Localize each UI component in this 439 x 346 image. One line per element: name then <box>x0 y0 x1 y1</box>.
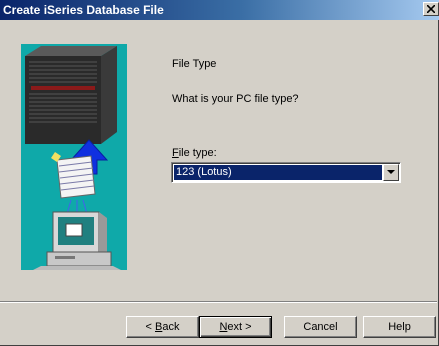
server-icon <box>25 46 117 144</box>
cancel-button[interactable]: Cancel <box>284 316 357 338</box>
window-title: Create iSeries Database File <box>3 3 164 17</box>
back-button[interactable]: < Back <box>126 316 199 338</box>
page-question: What is your PC file type? <box>172 93 299 105</box>
dropdown-arrow-icon <box>387 170 395 174</box>
back-label: ack <box>162 321 180 333</box>
close-icon <box>427 5 435 13</box>
close-button[interactable] <box>423 2 439 16</box>
next-label: ext > <box>227 321 252 333</box>
file-type-dropdown-button[interactable] <box>383 164 399 181</box>
page-heading: File Type <box>172 58 217 70</box>
dialog-window: Create iSeries Database File File Type W… <box>0 0 439 346</box>
help-button[interactable]: Help <box>363 316 436 338</box>
file-type-selected-value[interactable]: 123 (Lotus) <box>174 165 382 180</box>
file-type-select[interactable]: 123 (Lotus) <box>171 162 401 183</box>
title-bar[interactable]: Create iSeries Database File <box>0 0 439 20</box>
file-type-label-mnemonic: F <box>172 147 179 159</box>
file-type-label: File type: <box>172 147 217 159</box>
pc-icon <box>33 211 121 270</box>
next-button[interactable]: Next > <box>199 316 272 338</box>
file-type-label-text: ile type: <box>178 147 217 159</box>
back-prefix: < <box>145 321 155 333</box>
spreadsheet-icon <box>51 152 96 199</box>
button-separator <box>0 301 437 303</box>
wizard-illustration <box>21 44 127 270</box>
